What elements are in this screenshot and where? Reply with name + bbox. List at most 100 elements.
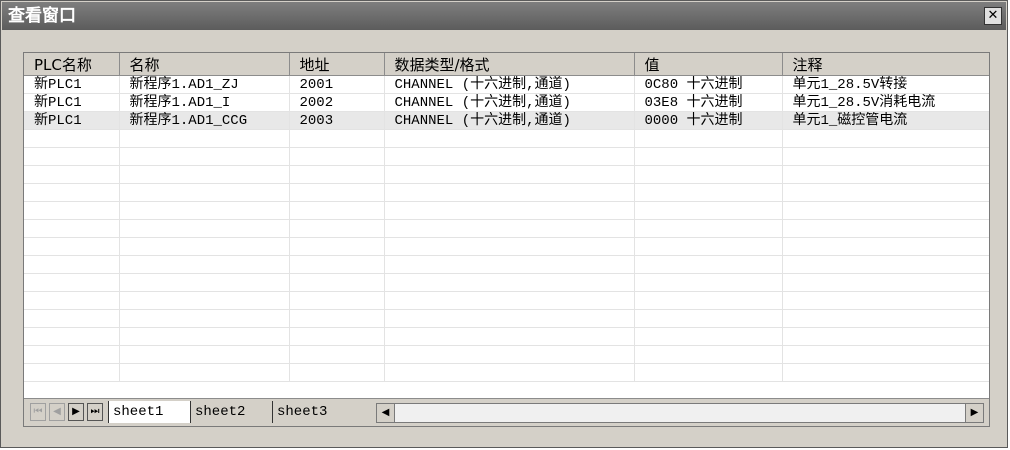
cell-data-type[interactable]: CHANNEL (十六进制,通道)	[384, 93, 635, 112]
empty-cell[interactable]	[119, 363, 290, 382]
close-icon[interactable]: ✕	[984, 7, 1002, 25]
empty-cell[interactable]	[289, 291, 385, 310]
empty-cell[interactable]	[634, 201, 783, 220]
cell-name[interactable]: 新程序1.AD1_CCG	[119, 111, 290, 130]
empty-cell[interactable]	[289, 309, 385, 328]
empty-cell[interactable]	[782, 201, 989, 220]
empty-cell[interactable]	[384, 165, 635, 184]
empty-row[interactable]	[24, 291, 989, 310]
empty-cell[interactable]	[634, 345, 783, 364]
tab-sheet3[interactable]: sheet3	[272, 401, 368, 423]
empty-cell[interactable]	[289, 201, 385, 220]
empty-cell[interactable]	[782, 291, 989, 310]
empty-cell[interactable]	[119, 165, 290, 184]
table-row[interactable]: 新PLC1 新程序1.AD1_ZJ 2001 CHANNEL (十六进制,通道)…	[24, 75, 989, 94]
cell-plc-name[interactable]: 新PLC1	[24, 75, 120, 94]
empty-row[interactable]	[24, 363, 989, 382]
empty-cell[interactable]	[782, 237, 989, 256]
empty-cell[interactable]	[634, 273, 783, 292]
empty-cell[interactable]	[289, 183, 385, 202]
empty-cell[interactable]	[782, 345, 989, 364]
empty-cell[interactable]	[119, 255, 290, 274]
empty-cell[interactable]	[289, 327, 385, 346]
empty-cell[interactable]	[384, 201, 635, 220]
empty-cell[interactable]	[782, 147, 989, 166]
empty-cell[interactable]	[24, 219, 120, 238]
table-row-selected[interactable]: 新PLC1 新程序1.AD1_CCG 2003 CHANNEL (十六进制,通道…	[24, 111, 989, 130]
horizontal-scrollbar[interactable]: ◀ ▶	[376, 403, 984, 423]
empty-row[interactable]	[24, 165, 989, 184]
empty-cell[interactable]	[24, 273, 120, 292]
window-titlebar[interactable]: 查看窗口 ✕	[2, 2, 1006, 30]
empty-cell[interactable]	[119, 219, 290, 238]
empty-cell[interactable]	[634, 183, 783, 202]
empty-cell[interactable]	[384, 273, 635, 292]
empty-cell[interactable]	[119, 183, 290, 202]
empty-cell[interactable]	[782, 327, 989, 346]
first-sheet-icon[interactable]: ⏮	[30, 403, 46, 421]
next-sheet-icon[interactable]: ▶	[68, 403, 84, 421]
empty-cell[interactable]	[24, 255, 120, 274]
empty-cell[interactable]	[119, 201, 290, 220]
empty-cell[interactable]	[119, 309, 290, 328]
cell-value[interactable]: 0000 十六进制	[634, 111, 783, 130]
empty-row[interactable]	[24, 255, 989, 274]
cell-name[interactable]: 新程序1.AD1_I	[119, 93, 290, 112]
empty-cell[interactable]	[782, 129, 989, 148]
last-sheet-icon[interactable]: ⏭	[87, 403, 103, 421]
tab-sheet2[interactable]: sheet2	[190, 401, 272, 423]
empty-cell[interactable]	[384, 345, 635, 364]
empty-row[interactable]	[24, 327, 989, 346]
empty-cell[interactable]	[384, 237, 635, 256]
empty-cell[interactable]	[289, 345, 385, 364]
empty-cell[interactable]	[24, 309, 120, 328]
cell-data-type[interactable]: CHANNEL (十六进制,通道)	[384, 75, 635, 94]
empty-row[interactable]	[24, 147, 989, 166]
empty-cell[interactable]	[634, 363, 783, 382]
empty-cell[interactable]	[24, 327, 120, 346]
empty-cell[interactable]	[634, 147, 783, 166]
empty-cell[interactable]	[119, 291, 290, 310]
scroll-right-icon[interactable]: ▶	[965, 404, 983, 422]
column-header-plc-name[interactable]: PLC名称	[24, 53, 120, 76]
empty-cell[interactable]	[24, 237, 120, 256]
empty-cell[interactable]	[384, 147, 635, 166]
column-header-comment[interactable]: 注释	[782, 53, 989, 76]
empty-cell[interactable]	[119, 273, 290, 292]
empty-row[interactable]	[24, 219, 989, 238]
empty-cell[interactable]	[634, 129, 783, 148]
empty-row[interactable]	[24, 345, 989, 364]
empty-cell[interactable]	[24, 291, 120, 310]
empty-cell[interactable]	[384, 183, 635, 202]
empty-cell[interactable]	[782, 273, 989, 292]
empty-cell[interactable]	[24, 363, 120, 382]
empty-cell[interactable]	[119, 327, 290, 346]
empty-cell[interactable]	[634, 255, 783, 274]
empty-cell[interactable]	[119, 129, 290, 148]
empty-cell[interactable]	[24, 201, 120, 220]
cell-name[interactable]: 新程序1.AD1_ZJ	[119, 75, 290, 94]
empty-cell[interactable]	[289, 273, 385, 292]
cell-data-type[interactable]: CHANNEL (十六进制,通道)	[384, 111, 635, 130]
empty-cell[interactable]	[634, 219, 783, 238]
cell-address[interactable]: 2001	[289, 75, 385, 94]
empty-cell[interactable]	[634, 327, 783, 346]
empty-cell[interactable]	[119, 237, 290, 256]
cell-plc-name[interactable]: 新PLC1	[24, 111, 120, 130]
scroll-left-icon[interactable]: ◀	[377, 404, 395, 422]
empty-cell[interactable]	[24, 183, 120, 202]
empty-row[interactable]	[24, 183, 989, 202]
empty-cell[interactable]	[289, 165, 385, 184]
cell-address[interactable]: 2002	[289, 93, 385, 112]
empty-cell[interactable]	[24, 147, 120, 166]
column-header-value[interactable]: 值	[634, 53, 783, 76]
empty-cell[interactable]	[289, 129, 385, 148]
empty-row[interactable]	[24, 237, 989, 256]
cell-value[interactable]: 0C80 十六进制	[634, 75, 783, 94]
empty-cell[interactable]	[289, 363, 385, 382]
empty-cell[interactable]	[384, 219, 635, 238]
table-row[interactable]: 新PLC1 新程序1.AD1_I 2002 CHANNEL (十六进制,通道) …	[24, 93, 989, 112]
empty-cell[interactable]	[119, 345, 290, 364]
empty-cell[interactable]	[24, 165, 120, 184]
column-header-name[interactable]: 名称	[119, 53, 290, 76]
